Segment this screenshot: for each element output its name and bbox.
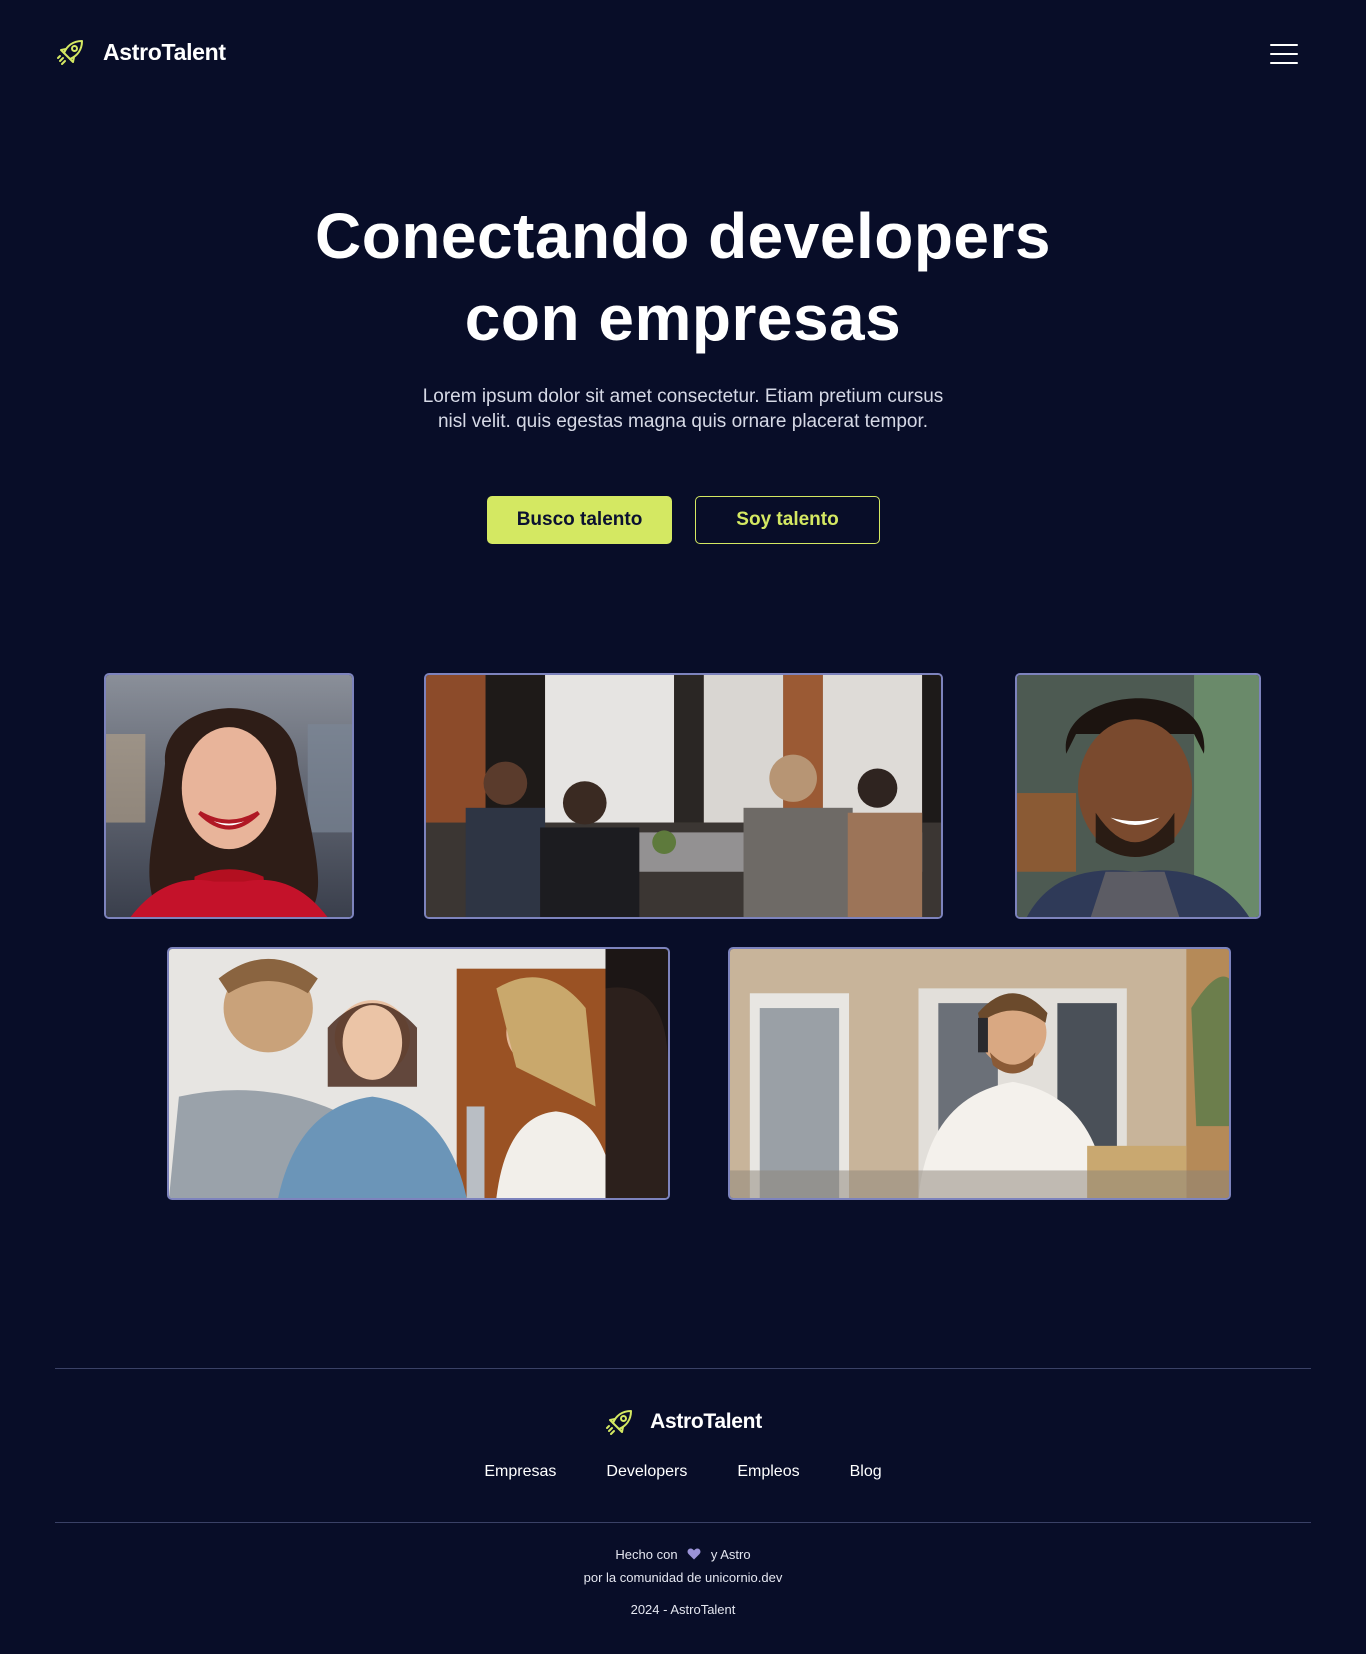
soy-talento-button[interactable]: Soy talento [695,496,880,544]
made-with-note: Hecho con y Astro [0,1547,1366,1562]
site-header: AstroTalent [55,36,1298,76]
footer-link-empleos[interactable]: Empleos [737,1463,799,1481]
group-laughing-photo [167,947,670,1200]
smiling-man-photo [1015,673,1261,919]
hero-subtitle-line2: nisl velit. quis egestas magna quis orna… [437,411,929,432]
footer-link-developers[interactable]: Developers [606,1463,687,1481]
man-on-phone-photo [728,947,1231,1200]
footer-divider-top [55,1368,1311,1369]
copyright: 2024 - AstroTalent [630,1602,736,1617]
smiling-woman-photo [104,673,354,919]
footer-brand-name: AstroTalent [650,1410,762,1433]
hero-title-line2: con empresas [464,282,902,354]
footer-link-blog[interactable]: Blog [850,1463,882,1481]
hero-subtitle-line1: Lorem ipsum dolor sit amet consectetur. … [422,386,944,407]
made-with-suffix: y Astro [710,1547,751,1562]
hero-title: Conectando developers con empresas [0,195,1366,359]
hamburger-menu-icon[interactable] [1270,44,1298,66]
footer-brand-logo[interactable]: AstroTalent [0,1406,1366,1438]
footer-link-empresas[interactable]: Empresas [484,1463,556,1481]
rocket-icon [604,1406,636,1438]
hero-title-line1: Conectando developers [315,200,1051,272]
hero-subtitle: Lorem ipsum dolor sit amet consectetur. … [383,384,983,434]
brand-logo[interactable]: AstroTalent [55,36,226,68]
made-with-prefix: Hecho con [615,1547,678,1562]
brand-name: AstroTalent [103,38,226,65]
team-working-photo [424,673,943,919]
heart-icon [687,1548,701,1560]
rocket-icon [55,36,87,68]
footer-nav: Empresas Developers Empleos Blog [0,1463,1366,1481]
busco-talento-button[interactable]: Busco talento [487,496,672,544]
community-note: por la comunidad de unicornio.dev [583,1570,783,1585]
footer-divider-bottom [55,1522,1311,1523]
